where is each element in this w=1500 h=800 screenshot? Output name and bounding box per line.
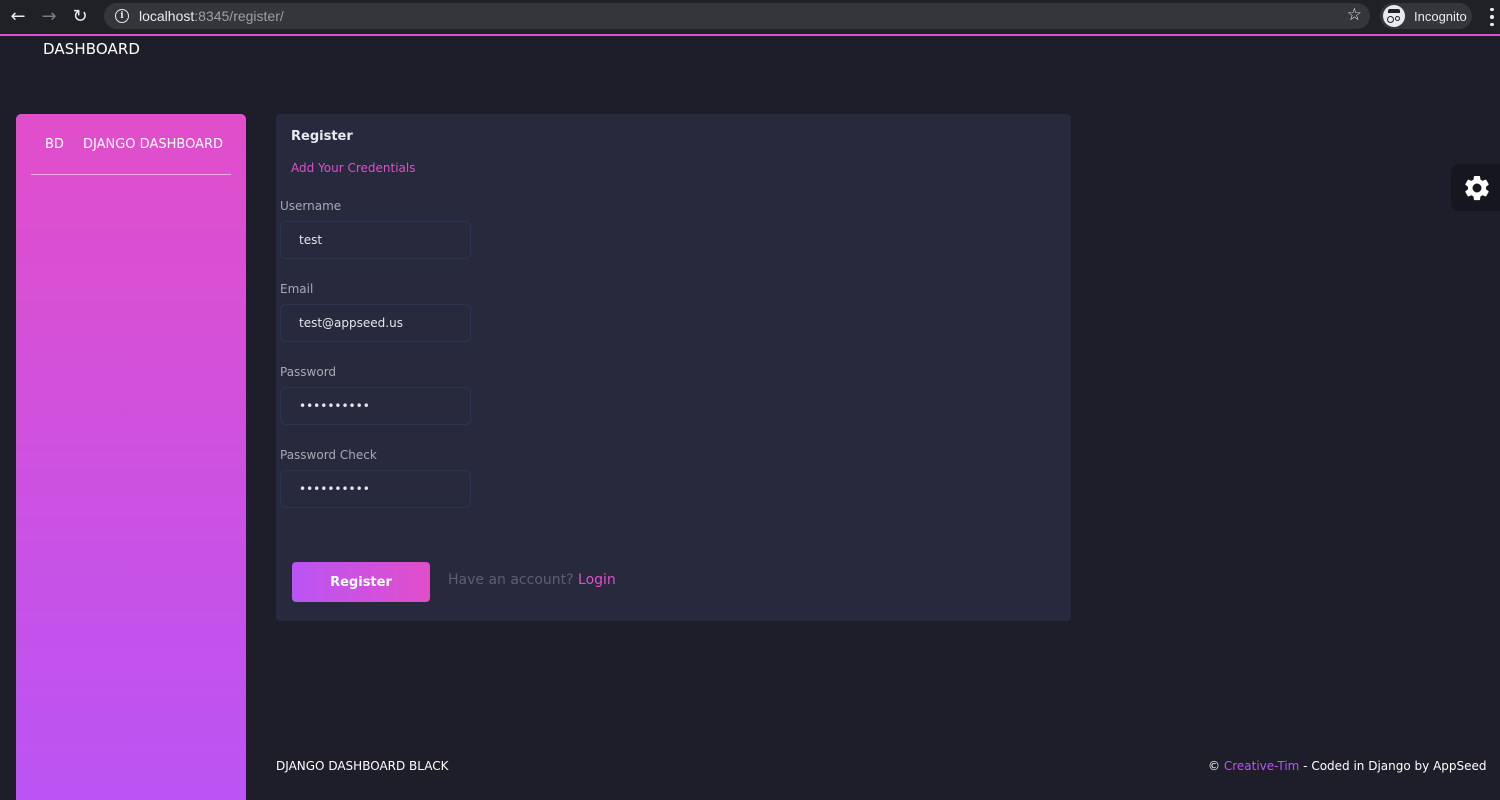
card-subtitle: Add Your Credentials xyxy=(291,161,416,175)
forward-arrow-icon[interactable]: → xyxy=(36,4,62,30)
footer-credit: - Coded in Django by AppSeed xyxy=(1299,759,1487,773)
incognito-profile-button[interactable]: Incognito xyxy=(1380,3,1472,29)
reload-icon[interactable]: ↻ xyxy=(67,4,93,30)
bookmark-star-icon[interactable]: ☆ xyxy=(1347,5,1362,25)
username-label: Username xyxy=(280,199,342,213)
footer-brand[interactable]: DJANGO DASHBOARD BLACK xyxy=(276,759,449,773)
top-accent-line xyxy=(0,34,1500,36)
settings-toggle[interactable] xyxy=(1451,164,1500,211)
password-input[interactable]: •••••••••• xyxy=(280,387,471,425)
creative-tim-link[interactable]: Creative-Tim xyxy=(1224,759,1300,773)
password-check-label: Password Check xyxy=(280,448,377,462)
password-check-input[interactable]: •••••••••• xyxy=(280,470,471,508)
register-button[interactable]: Register xyxy=(292,562,430,602)
address-bar[interactable]: i localhost:8345/register/ ☆ xyxy=(104,3,1370,29)
navbar-brand[interactable]: DASHBOARD xyxy=(43,40,140,58)
sidebar: BD DJANGO DASHBOARD xyxy=(16,114,246,800)
username-input[interactable]: test xyxy=(280,221,471,259)
incognito-icon xyxy=(1383,5,1405,27)
register-card: Register Add Your Credentials Username t… xyxy=(276,114,1071,621)
have-account-text: Have an account? Login xyxy=(448,572,616,588)
gear-icon xyxy=(1465,175,1489,200)
footer-copyright: © Creative-Tim - Coded in Django by AppS… xyxy=(1208,759,1487,773)
card-title: Register xyxy=(291,129,353,144)
url-host: localhost xyxy=(139,8,195,24)
url-text: localhost:8345/register/ xyxy=(139,8,284,24)
sidebar-divider xyxy=(31,174,231,175)
password-label: Password xyxy=(280,365,337,379)
site-info-icon[interactable]: i xyxy=(115,9,129,23)
sidebar-logo-mini[interactable]: BD xyxy=(45,137,64,152)
browser-toolbar: ← → ↻ i localhost:8345/register/ ☆ Incog… xyxy=(0,0,1500,34)
back-arrow-icon[interactable]: ← xyxy=(5,4,31,30)
sidebar-logo-text[interactable]: DJANGO DASHBOARD xyxy=(83,137,223,152)
incognito-label: Incognito xyxy=(1414,8,1467,24)
email-input[interactable]: test@appseed.us xyxy=(280,304,471,342)
browser-menu-icon[interactable] xyxy=(1484,6,1500,28)
copyright-symbol: © xyxy=(1208,759,1220,773)
have-account-label: Have an account? xyxy=(448,572,574,588)
login-link[interactable]: Login xyxy=(578,572,616,588)
url-path: :8345/register/ xyxy=(194,8,284,24)
email-label: Email xyxy=(280,282,314,296)
